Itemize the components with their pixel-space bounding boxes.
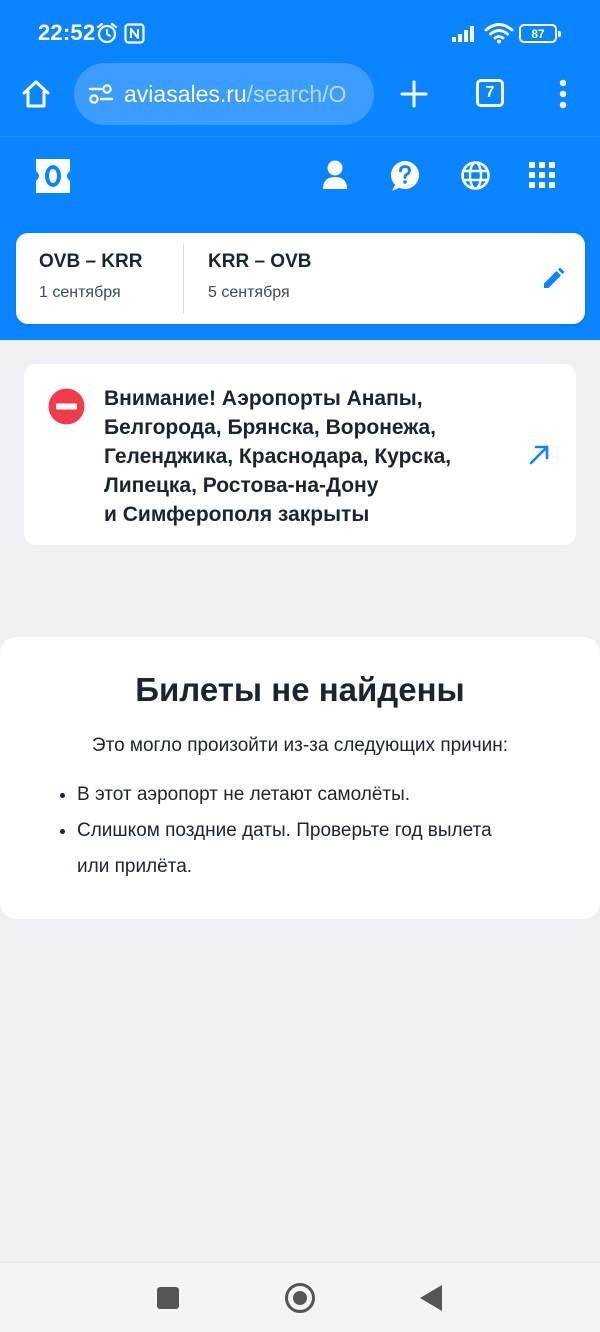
reasons-list: В этот аэропорт не летают самолёты. Слиш…	[54, 777, 534, 885]
list-item: Слишком поздние даты. Проверьте год выле…	[77, 813, 497, 885]
edit-icon[interactable]	[541, 267, 565, 291]
more-icon[interactable]	[557, 79, 569, 109]
back-icon[interactable]	[420, 1285, 442, 1311]
home-circle-icon[interactable]	[284, 1282, 316, 1314]
route-return[interactable]: KRR – OVB 5 сентября	[208, 251, 311, 302]
home-icon[interactable]	[20, 78, 52, 110]
wifi-icon	[484, 23, 514, 44]
no-tickets-card: Билеты не найдены Это могло произойти из…	[0, 637, 600, 919]
browser-toolbar: aviasales.ru/search/O 7	[0, 62, 600, 136]
battery-level: 87	[531, 26, 545, 41]
apps-icon[interactable]	[529, 162, 555, 188]
status-bar: 22:52 87	[0, 0, 600, 62]
alarm-icon	[96, 22, 118, 44]
system-navigation-bar	[0, 1262, 600, 1332]
language-icon[interactable]	[460, 160, 491, 191]
route-summary-card[interactable]: OVB – KRR 1 сентября KRR – OVB 5 сентябр…	[16, 233, 585, 324]
no-tickets-title: Билеты не найдены	[135, 671, 465, 708]
route-outbound-date: 1 сентября	[39, 284, 121, 301]
tab-count: 7	[485, 84, 495, 101]
list-item: В этот аэропорт не летают самолёты.	[77, 777, 534, 813]
nfc-icon	[124, 23, 145, 44]
recents-icon[interactable]	[157, 1287, 179, 1309]
alert-message: Внимание! Аэропорты Анапы, Белгорода, Бр…	[104, 384, 514, 529]
battery-icon: 87	[519, 24, 561, 43]
aviasales-logo[interactable]	[32, 155, 74, 197]
alert-line: и Симферополя закрыты	[104, 503, 370, 526]
status-time: 22:52	[38, 20, 96, 45]
alert-line: Белгорода, Брянска, Воронежа,	[104, 416, 436, 439]
url-domain: aviasales.ru	[124, 80, 247, 107]
address-bar[interactable]: aviasales.ru/search/O	[74, 63, 374, 125]
route-divider	[183, 243, 184, 314]
alert-line: Внимание! Аэропорты Анапы,	[104, 387, 423, 410]
route-outbound-code: OVB – KRR	[39, 251, 143, 272]
tabs-icon[interactable]: 7	[476, 79, 504, 107]
site-settings-icon[interactable]	[88, 83, 114, 105]
help-icon[interactable]	[389, 159, 421, 193]
route-return-code: KRR – OVB	[208, 251, 312, 272]
signal-icon	[452, 26, 474, 42]
site-header: OVB – KRR 1 сентября KRR – OVB 5 сентябр…	[0, 136, 600, 340]
alert-line: Липецка, Ростова-на-Дону	[104, 474, 379, 497]
profile-icon[interactable]	[320, 159, 350, 191]
no-tickets-subtitle: Это могло произойти из-за следующих прич…	[91, 735, 509, 756]
airport-closure-alert[interactable]: Внимание! Аэропорты Анапы, Белгорода, Бр…	[24, 364, 576, 545]
url-path: /search/O	[246, 80, 347, 107]
no-entry-icon	[48, 388, 85, 425]
route-outbound[interactable]: OVB – KRR 1 сентября	[39, 251, 142, 302]
external-link-icon[interactable]	[528, 444, 550, 466]
alert-line: Геленджика, Краснодара, Курска,	[104, 445, 452, 468]
route-return-date: 5 сентября	[208, 284, 290, 301]
new-tab-icon[interactable]	[400, 80, 428, 108]
